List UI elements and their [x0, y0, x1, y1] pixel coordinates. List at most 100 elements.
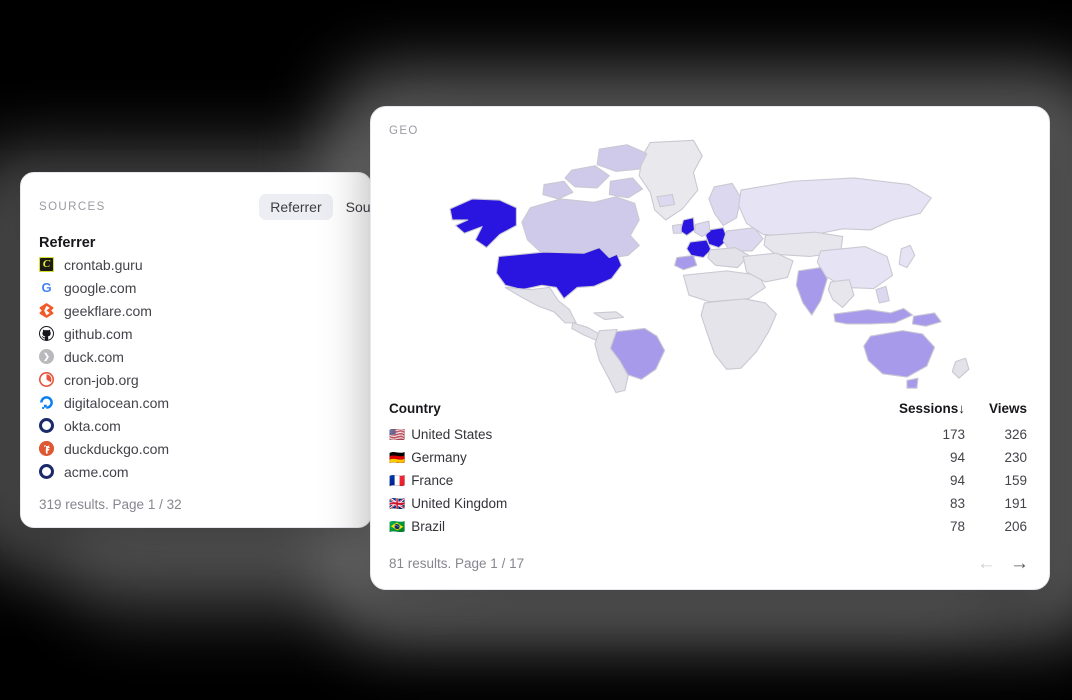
- country-name: United Kingdom: [411, 495, 508, 511]
- flag-icon: 🇫🇷: [389, 472, 406, 488]
- geekflare-favicon-icon: [39, 303, 54, 318]
- row-views: 191: [1004, 496, 1027, 511]
- country-france: [686, 239, 712, 259]
- country-central-america: [571, 322, 600, 342]
- sort-descending-icon: ↓: [958, 401, 965, 416]
- row-sessions: 83: [949, 496, 965, 511]
- list-item-label: cron-job.org: [64, 371, 139, 388]
- list-item-label: acme.com: [64, 463, 129, 480]
- table-row[interactable]: 🇩🇪 Germany 94 230: [389, 446, 1027, 469]
- world-map[interactable]: [371, 133, 1049, 401]
- table-row[interactable]: 🇧🇷 Brazil 78 206: [389, 515, 1027, 538]
- okta-favicon-icon: [39, 418, 54, 433]
- list-item[interactable]: cron-job.org: [39, 368, 353, 391]
- row-views: 159: [1004, 473, 1027, 488]
- country-tasmania: [906, 377, 919, 389]
- row-views: 230: [1004, 450, 1027, 465]
- noise-texture: [0, 0, 300, 150]
- row-views: 206: [1004, 519, 1027, 534]
- country-china: [816, 245, 894, 290]
- list-item[interactable]: geekflare.com: [39, 299, 353, 322]
- row-country: 🇧🇷 Brazil: [389, 515, 873, 538]
- country-india: [795, 266, 828, 316]
- country-japan: [898, 244, 916, 269]
- table-row[interactable]: 🇺🇸 United States 173 326: [389, 423, 1027, 446]
- country-name: Brazil: [411, 518, 445, 534]
- flag-icon: 🇧🇷: [389, 518, 406, 534]
- column-header-country[interactable]: Country: [389, 401, 873, 423]
- sources-panel-title: SOURCES: [39, 201, 106, 213]
- country-southeast-asia: [827, 279, 855, 308]
- list-item-label: github.com: [64, 325, 133, 342]
- sources-panel: SOURCES Referrer Source Referrer C cront…: [20, 172, 372, 528]
- list-item[interactable]: digitalocean.com: [39, 391, 353, 414]
- table-row[interactable]: 🇬🇧 United Kingdom 83 191: [389, 492, 1027, 515]
- geo-footer: 81 results. Page 1 / 17 ← →: [371, 544, 1049, 589]
- row-country: 🇫🇷 France: [389, 469, 873, 492]
- country-name: Germany: [411, 449, 467, 465]
- country-canada: [521, 196, 640, 261]
- country-alaska: [449, 198, 517, 249]
- sources-list: C crontab.guru G google.com geekflare.co…: [21, 253, 371, 483]
- cronjob-favicon-icon: [39, 372, 54, 387]
- country-canada-islands-2: [564, 165, 610, 189]
- column-header-sessions-label: Sessions: [898, 401, 959, 416]
- row-country: 🇺🇸 United States: [389, 423, 873, 446]
- list-item[interactable]: ❯ duck.com: [39, 345, 353, 368]
- country-ireland: [671, 223, 682, 234]
- previous-page-arrow-icon[interactable]: ←: [977, 554, 996, 573]
- country-canada-islands-3: [608, 177, 644, 199]
- country-united-kingdom: [679, 217, 696, 237]
- country-spain: [674, 254, 698, 271]
- country-indonesia: [833, 307, 914, 325]
- country-scandinavia: [708, 182, 742, 227]
- country-australia: [863, 330, 936, 378]
- row-sessions: 94: [949, 450, 965, 465]
- next-page-arrow-icon[interactable]: →: [1010, 554, 1029, 573]
- sources-tab-group: Referrer Source: [259, 194, 371, 220]
- list-item-label: digitalocean.com: [64, 394, 170, 411]
- column-header-sessions[interactable]: Sessions↓: [873, 401, 965, 423]
- sources-results-footer: 319 results. Page 1 / 32: [39, 497, 182, 512]
- row-views: 326: [1004, 427, 1027, 442]
- table-row[interactable]: 🇫🇷 France 94 159: [389, 469, 1027, 492]
- list-item[interactable]: G google.com: [39, 276, 353, 299]
- column-header-views[interactable]: Views: [965, 401, 1027, 423]
- list-item-label: okta.com: [64, 417, 121, 434]
- list-item[interactable]: acme.com: [39, 460, 353, 483]
- pagination-controls: ← →: [977, 554, 1029, 573]
- sources-header: SOURCES Referrer Source: [21, 194, 371, 220]
- list-item[interactable]: duckduckgo.com: [39, 437, 353, 460]
- sources-column-header: Referrer: [39, 235, 96, 251]
- geo-results-footer: 81 results. Page 1 / 17: [389, 556, 525, 571]
- tab-source[interactable]: Source: [335, 194, 371, 220]
- country-name: United States: [411, 426, 493, 442]
- list-item-label: geekflare.com: [64, 302, 152, 319]
- list-item-label: google.com: [64, 279, 137, 296]
- list-item[interactable]: C crontab.guru: [39, 253, 353, 276]
- flag-icon: 🇺🇸: [389, 426, 406, 442]
- row-country: 🇩🇪 Germany: [389, 446, 873, 469]
- list-item[interactable]: okta.com: [39, 414, 353, 437]
- github-favicon-icon: [39, 326, 54, 341]
- list-item[interactable]: github.com: [39, 322, 353, 345]
- row-sessions: 78: [949, 519, 965, 534]
- crontab-favicon-icon: C: [39, 257, 54, 272]
- tab-referrer[interactable]: Referrer: [259, 194, 333, 220]
- country-iceland: [656, 193, 676, 208]
- list-item-label: duckduckgo.com: [64, 440, 170, 457]
- country-new-zealand: [951, 357, 970, 379]
- flag-icon: 🇩🇪: [389, 449, 406, 465]
- google-favicon-icon: G: [39, 280, 54, 295]
- row-sessions: 173: [942, 427, 965, 442]
- country-philippines: [875, 285, 890, 304]
- country-caribbean: [593, 311, 625, 321]
- geo-panel: GEO Country Sessions↓ Views 🇺🇸 United St…: [370, 106, 1050, 590]
- digitalocean-favicon-icon: [39, 395, 54, 410]
- list-item-label: duck.com: [64, 348, 124, 365]
- flag-icon: 🇬🇧: [389, 495, 406, 511]
- country-europe-central: [722, 227, 764, 252]
- country-name: France: [411, 472, 454, 488]
- table-header-row: Country Sessions↓ Views: [389, 401, 1027, 423]
- list-item-label: crontab.guru: [64, 256, 143, 273]
